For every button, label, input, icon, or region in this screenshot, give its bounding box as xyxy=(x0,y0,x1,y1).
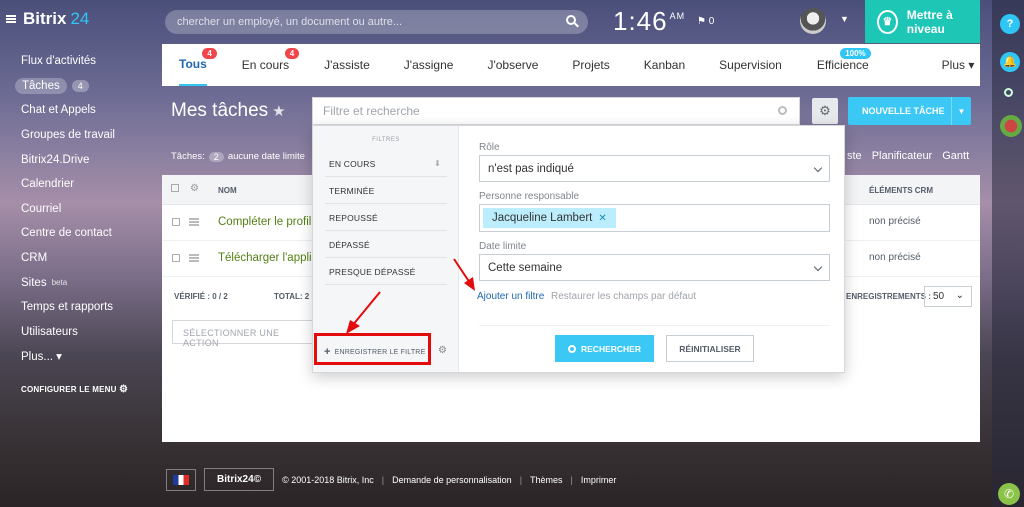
role-select[interactable]: n'est pas indiqué xyxy=(479,155,830,182)
tab-in-progress[interactable]: En cours 4 xyxy=(242,44,300,86)
tasks-count-badge: 4 xyxy=(71,79,89,92)
view-list-link[interactable]: ste xyxy=(847,150,862,162)
row-menu-icon[interactable] xyxy=(189,218,199,226)
tab-all[interactable]: Tous 4 xyxy=(179,44,217,86)
language-selector[interactable] xyxy=(166,468,196,491)
tab-assigned[interactable]: J'assigne xyxy=(404,44,454,86)
view-switcher: ste Planificateur Gantt xyxy=(847,150,969,162)
preset-completed[interactable]: TERMINÉE xyxy=(325,178,447,204)
view-gantt-link[interactable]: Gantt xyxy=(942,150,969,162)
global-search-input[interactable]: chercher un employé, un document ou autr… xyxy=(165,10,588,34)
tab-more[interactable]: Plus ▾ xyxy=(942,44,975,86)
chevron-down-icon: ⌄ xyxy=(955,290,964,301)
restore-defaults-link[interactable]: Restaurer les champs par défaut xyxy=(551,291,696,302)
hamburger-icon[interactable] xyxy=(6,15,16,23)
menu-item-tasks[interactable]: Tâches 4 xyxy=(15,74,115,99)
menu-item-feed[interactable]: Flux d'activités xyxy=(21,49,115,74)
menu-item-mail[interactable]: Courriel xyxy=(21,197,115,222)
footer-link-print[interactable]: Imprimer xyxy=(581,475,617,485)
responsible-field[interactable]: Jacqueline Lambert ✕ xyxy=(479,204,830,232)
menu-item-users[interactable]: Utilisateurs xyxy=(21,320,115,345)
footer-link-themes[interactable]: Thèmes xyxy=(530,475,563,485)
preset-almost-overdue[interactable]: PRESQUE DÉPASSÉ xyxy=(325,259,447,285)
tab-projects[interactable]: Projets xyxy=(572,44,609,86)
preset-overdue[interactable]: DÉPASSÉ xyxy=(325,232,447,258)
no-deadline-filter[interactable]: aucune date limite xyxy=(228,151,305,162)
close-icon[interactable]: ✕ xyxy=(598,213,606,224)
chevron-down-icon[interactable]: ▼ xyxy=(951,97,971,125)
annotation-arrow xyxy=(453,258,475,291)
select-all-checkbox[interactable] xyxy=(171,184,179,192)
app-logo[interactable]: Bitrix 24 xyxy=(6,9,89,29)
phone-icon[interactable]: ✆ xyxy=(998,483,1020,505)
deadline-select[interactable]: Cette semaine xyxy=(479,254,830,281)
upgrade-button[interactable]: ♛ Mettre à niveau xyxy=(865,0,980,43)
crown-icon: ♛ xyxy=(877,9,898,34)
group-action-select[interactable]: SÉLECTIONNER UNE ACTION xyxy=(172,320,322,348)
tab-efficiency[interactable]: Efficience 100% xyxy=(817,44,871,86)
gear-icon: ⚙ xyxy=(819,103,831,118)
reset-button[interactable]: RÉINITIALISER xyxy=(666,335,754,362)
user-chip: Jacqueline Lambert ✕ xyxy=(483,208,616,228)
tab-kanban[interactable]: Kanban xyxy=(644,44,685,86)
chevron-down-icon[interactable]: ▼ xyxy=(840,14,849,24)
bell-icon[interactable]: 🔔 xyxy=(1000,52,1020,72)
view-planner-link[interactable]: Planificateur xyxy=(872,150,933,162)
menu-item-contact-center[interactable]: Centre de contact xyxy=(21,221,115,246)
star-icon[interactable]: ★ xyxy=(272,103,285,120)
row-checkbox[interactable] xyxy=(172,254,180,262)
menu-item-crm[interactable]: CRM xyxy=(21,246,115,271)
preset-in-progress[interactable]: EN COURS ⬇ xyxy=(325,151,447,177)
pin-icon: ⬇ xyxy=(434,159,441,168)
add-filter-link[interactable]: Ajouter un filtre xyxy=(477,291,544,302)
gear-icon[interactable]: ⚙ xyxy=(438,345,447,356)
search-icon[interactable] xyxy=(778,106,787,115)
search-icon[interactable] xyxy=(1004,88,1013,97)
menu-item-more[interactable]: Plus... ▾ xyxy=(21,344,115,369)
divider xyxy=(479,325,830,326)
gear-icon[interactable]: ⚙ xyxy=(190,183,199,194)
menu-item-drive[interactable]: Bitrix24.Drive xyxy=(21,147,115,172)
page-footer: Bitrix24© © 2001-2018 Bitrix, Inc | Dema… xyxy=(166,468,616,491)
tasks-counter: Tâches: 2 aucune date limite xyxy=(171,151,305,162)
clock[interactable]: 1:46 AM xyxy=(613,6,685,37)
annotation-arrow xyxy=(346,291,381,334)
left-menu: Flux d'activités Tâches 4 Chat et Appels … xyxy=(15,49,115,369)
tab-observing[interactable]: J'observe xyxy=(487,44,538,86)
search-icon xyxy=(568,344,576,353)
new-task-button[interactable]: NOUVELLE TÂCHE ▼ xyxy=(848,97,971,125)
tasks-tabs: Tous 4 En cours 4 J'assiste J'assigne J'ob… xyxy=(162,44,980,86)
search-icon[interactable] xyxy=(566,15,576,25)
menu-item-time-reports[interactable]: Temps et rapports xyxy=(21,295,115,320)
footer-brand[interactable]: Bitrix24© xyxy=(204,468,275,491)
right-rail: ? 🔔 ✆ xyxy=(992,0,1024,507)
preset-deferred[interactable]: REPOUSSÉ xyxy=(325,205,447,231)
menu-item-chat[interactable]: Chat et Appels xyxy=(21,98,115,123)
configure-menu-button[interactable]: CONFIGURER LE MENU ⚙ xyxy=(21,384,128,395)
gear-icon: ⚙ xyxy=(119,384,129,395)
search-button[interactable]: RECHERCHER xyxy=(555,335,654,362)
menu-item-calendar[interactable]: Calendrier xyxy=(21,172,115,197)
tab-supervision[interactable]: Supervision xyxy=(719,44,782,86)
filter-search-input[interactable]: Filtre et recherche xyxy=(312,97,800,125)
row-menu-icon[interactable] xyxy=(189,254,199,262)
flag-fr-icon xyxy=(173,474,189,485)
page-title: Mes tâches ★ xyxy=(171,100,286,121)
user-avatar[interactable] xyxy=(800,8,826,34)
menu-item-workgroups[interactable]: Groupes de travail xyxy=(21,123,115,148)
tab-assisting[interactable]: J'assiste xyxy=(324,44,370,86)
task-link[interactable]: Compléter le profil xyxy=(218,216,311,228)
worktime-flag[interactable]: ⚑ 0 xyxy=(697,16,714,27)
page-size-select[interactable]: 50 ⌄ xyxy=(924,286,972,307)
chevron-down-icon xyxy=(813,163,823,173)
row-checkbox[interactable] xyxy=(172,218,180,226)
footer-link-customization[interactable]: Demande de personnalisation xyxy=(392,475,512,485)
settings-gear-button[interactable]: ⚙ xyxy=(812,98,838,124)
contact-avatar[interactable] xyxy=(1000,115,1022,137)
help-icon[interactable]: ? xyxy=(1000,14,1020,34)
menu-item-sites[interactable]: Sites beta xyxy=(21,270,115,295)
chevron-down-icon xyxy=(813,262,823,272)
